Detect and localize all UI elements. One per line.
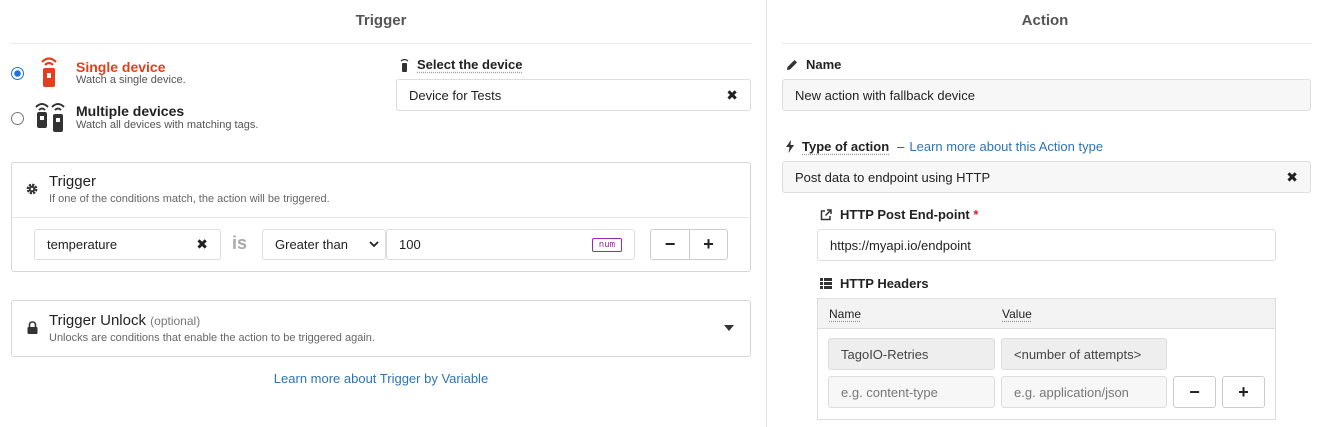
condition-value: Greater than	[275, 237, 348, 252]
headers-col-name: Name	[829, 307, 862, 321]
bolt-icon	[786, 140, 794, 153]
learn-more-action-link[interactable]: Learn more about this Action type	[909, 139, 1103, 154]
unlock-optional: (optional)	[150, 314, 201, 328]
multiple-devices-label[interactable]: Multiple devices	[76, 103, 184, 119]
new-header-value-placeholder: e.g. application/json	[1014, 384, 1129, 400]
header-value-field: <number of attempts>	[1001, 338, 1167, 370]
list-icon	[820, 278, 832, 289]
multiple-devices-radio[interactable]	[11, 112, 24, 125]
learn-more-trigger-link[interactable]: Learn more about Trigger by Variable	[274, 371, 488, 386]
type-of-action-label: Type of action – Learn more about this A…	[786, 139, 1103, 154]
endpoint-label: HTTP Post End-point *	[820, 207, 978, 222]
action-type-select[interactable]: Post data to endpoint using HTTP ✖	[782, 161, 1311, 193]
multiple-devices-icon	[35, 103, 65, 132]
condition-select[interactable]: Greater than	[262, 229, 386, 260]
single-device-label[interactable]: Single device	[76, 59, 165, 75]
trigger-box-divider	[12, 217, 750, 218]
add-condition-button[interactable]: +	[689, 229, 728, 260]
action-name-input[interactable]: New action with fallback device	[782, 79, 1311, 111]
trigger-title: Trigger	[355, 12, 407, 29]
device-select[interactable]: Device for Tests ✖	[396, 79, 751, 111]
caret-down-icon[interactable]	[724, 325, 734, 331]
type-dash: –	[897, 139, 905, 154]
action-type-value: Post data to endpoint using HTTP	[795, 169, 991, 185]
condition-value-input[interactable]: 100 num	[386, 229, 635, 260]
action-title: Action	[1021, 12, 1069, 29]
required-mark: *	[973, 207, 979, 222]
single-device-desc: Watch a single device.	[76, 74, 186, 86]
clear-action-type-icon[interactable]: ✖	[1286, 169, 1298, 186]
external-link-icon	[820, 208, 832, 220]
unlock-desc: Unlocks are conditions that enable the a…	[49, 332, 375, 344]
new-header-value-input[interactable]: e.g. application/json	[1001, 376, 1167, 408]
lock-icon	[27, 321, 38, 334]
clear-device-icon[interactable]: ✖	[726, 87, 738, 104]
gear-icon	[26, 183, 38, 195]
name-label: Name	[786, 57, 841, 72]
header-name-field: TagoIO-Retries	[828, 338, 995, 370]
variable-select[interactable]: temperature ✖	[34, 229, 221, 260]
clear-variable-icon[interactable]: ✖	[196, 236, 208, 253]
value-type-badge[interactable]: num	[591, 237, 622, 252]
action-divider	[782, 43, 1311, 44]
new-header-name-input[interactable]: e.g. content-type	[828, 376, 995, 408]
variable-value: temperature	[47, 237, 118, 252]
action-name-value: New action with fallback device	[795, 87, 975, 103]
trigger-section-desc: If one of the conditions match, the acti…	[49, 193, 330, 205]
trigger-divider	[11, 43, 751, 44]
new-header-name-placeholder: e.g. content-type	[841, 384, 938, 400]
learn-more-trigger-link-wrap: Learn more about Trigger by Variable	[0, 371, 762, 386]
is-label: is	[232, 233, 248, 253]
column-divider	[766, 0, 767, 427]
remove-header-button[interactable]: −	[1173, 376, 1216, 408]
select-device-label: Select the device	[400, 57, 523, 72]
pencil-icon	[787, 59, 797, 70]
condition-input-value: 100	[399, 237, 421, 252]
trigger-section-title: Trigger	[49, 173, 96, 190]
endpoint-input[interactable]: https://myapi.io/endpoint	[817, 229, 1276, 261]
device-value: Device for Tests	[409, 87, 502, 103]
headers-label: HTTP Headers	[820, 276, 929, 291]
add-header-button[interactable]: +	[1222, 376, 1265, 408]
endpoint-value: https://myapi.io/endpoint	[830, 237, 971, 253]
single-device-radio[interactable]	[11, 67, 24, 80]
chevron-down-icon	[369, 241, 379, 248]
multiple-devices-desc: Watch all devices with matching tags.	[76, 119, 259, 131]
single-device-icon	[41, 57, 57, 87]
device-icon	[400, 58, 409, 72]
headers-table-header	[818, 299, 1275, 329]
remove-condition-button[interactable]: −	[650, 229, 690, 260]
unlock-title: Trigger Unlock (optional)	[49, 312, 201, 329]
headers-col-value: Value	[1002, 307, 1032, 321]
